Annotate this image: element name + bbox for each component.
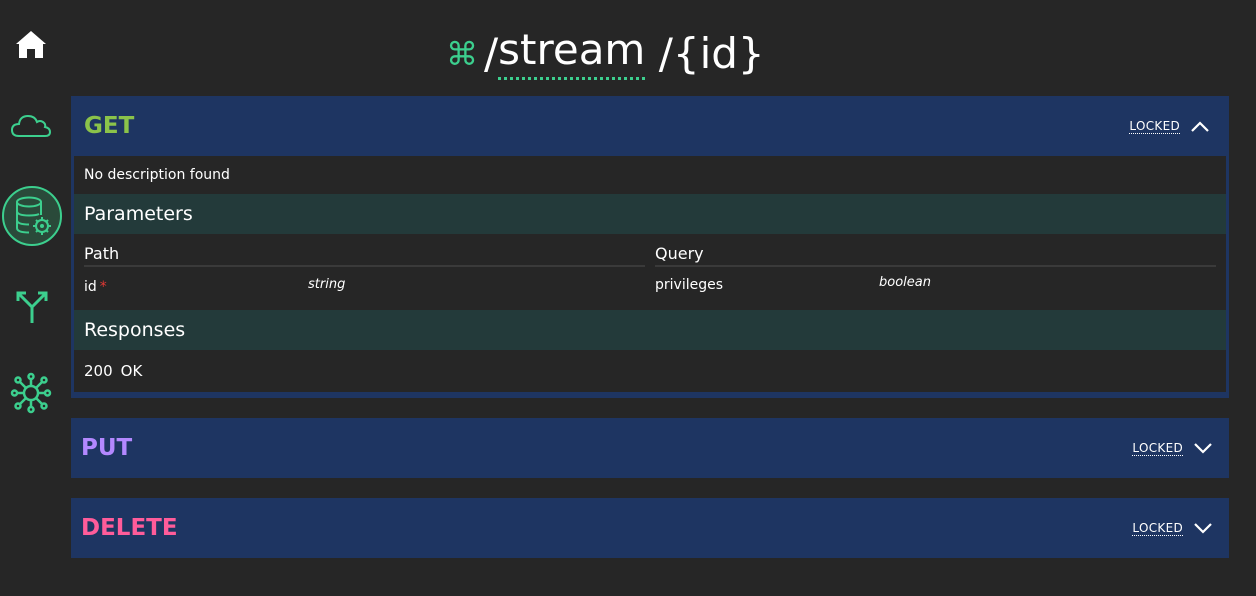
- query-params-heading: Query: [655, 244, 1216, 267]
- endpoint-delete-header[interactable]: DELETE LOCKED: [71, 498, 1229, 558]
- response-text: OK: [120, 362, 143, 380]
- param-type: string: [308, 277, 346, 292]
- param-row: id * string: [84, 267, 645, 295]
- description: No description found: [84, 167, 230, 183]
- response-row: 200 OK: [74, 350, 1226, 392]
- home-icon[interactable]: [12, 26, 50, 62]
- path-prefix: /: [484, 29, 499, 78]
- chevron-up-icon[interactable]: [1190, 119, 1210, 133]
- database-settings-icon[interactable]: [2, 186, 62, 246]
- method-label: PUT: [81, 435, 133, 461]
- endpoint-get-body: No description found Parameters Path id *…: [74, 156, 1226, 392]
- chevron-down-icon[interactable]: [1193, 441, 1213, 455]
- parameters-table: Path id * string Query privileges boolean: [74, 234, 1226, 310]
- sidebar: [0, 0, 62, 596]
- param-name: id: [84, 279, 97, 295]
- locked-badge[interactable]: LOCKED: [1132, 521, 1183, 536]
- endpoint-get-header[interactable]: GET LOCKED: [74, 96, 1226, 156]
- locked-badge[interactable]: LOCKED: [1132, 441, 1183, 456]
- locked-badge[interactable]: LOCKED: [1129, 119, 1180, 134]
- method-label: GET: [84, 113, 135, 139]
- endpoint-put-header[interactable]: PUT LOCKED: [71, 418, 1229, 478]
- param-name-cell: id *: [84, 279, 308, 295]
- method-label: DELETE: [81, 515, 178, 541]
- path-resource[interactable]: stream: [498, 28, 646, 80]
- endpoint-put: PUT LOCKED: [71, 418, 1229, 478]
- endpoint-get: GET LOCKED No description found Paramete…: [71, 96, 1229, 398]
- query-params: Query privileges boolean: [655, 234, 1216, 310]
- page-title: ⌘ / stream /{id}: [446, 24, 765, 84]
- command-icon: ⌘: [446, 35, 478, 73]
- path-param: /{id}: [645, 29, 765, 78]
- path-params-heading: Path: [84, 244, 645, 267]
- hub-icon[interactable]: [10, 372, 52, 414]
- required-marker: *: [99, 279, 107, 295]
- endpoint-delete: DELETE LOCKED: [71, 498, 1229, 558]
- parameters-heading: Parameters: [74, 194, 1226, 234]
- response-code: 200: [84, 362, 113, 380]
- responses-heading: Responses: [74, 310, 1226, 350]
- param-type: boolean: [879, 275, 931, 290]
- chevron-down-icon[interactable]: [1193, 521, 1213, 535]
- param-name: privileges: [655, 277, 724, 293]
- merge-icon[interactable]: [14, 286, 50, 326]
- param-row: privileges boolean: [655, 267, 1216, 293]
- path-params: Path id * string: [84, 234, 645, 310]
- cloud-icon[interactable]: [8, 108, 54, 142]
